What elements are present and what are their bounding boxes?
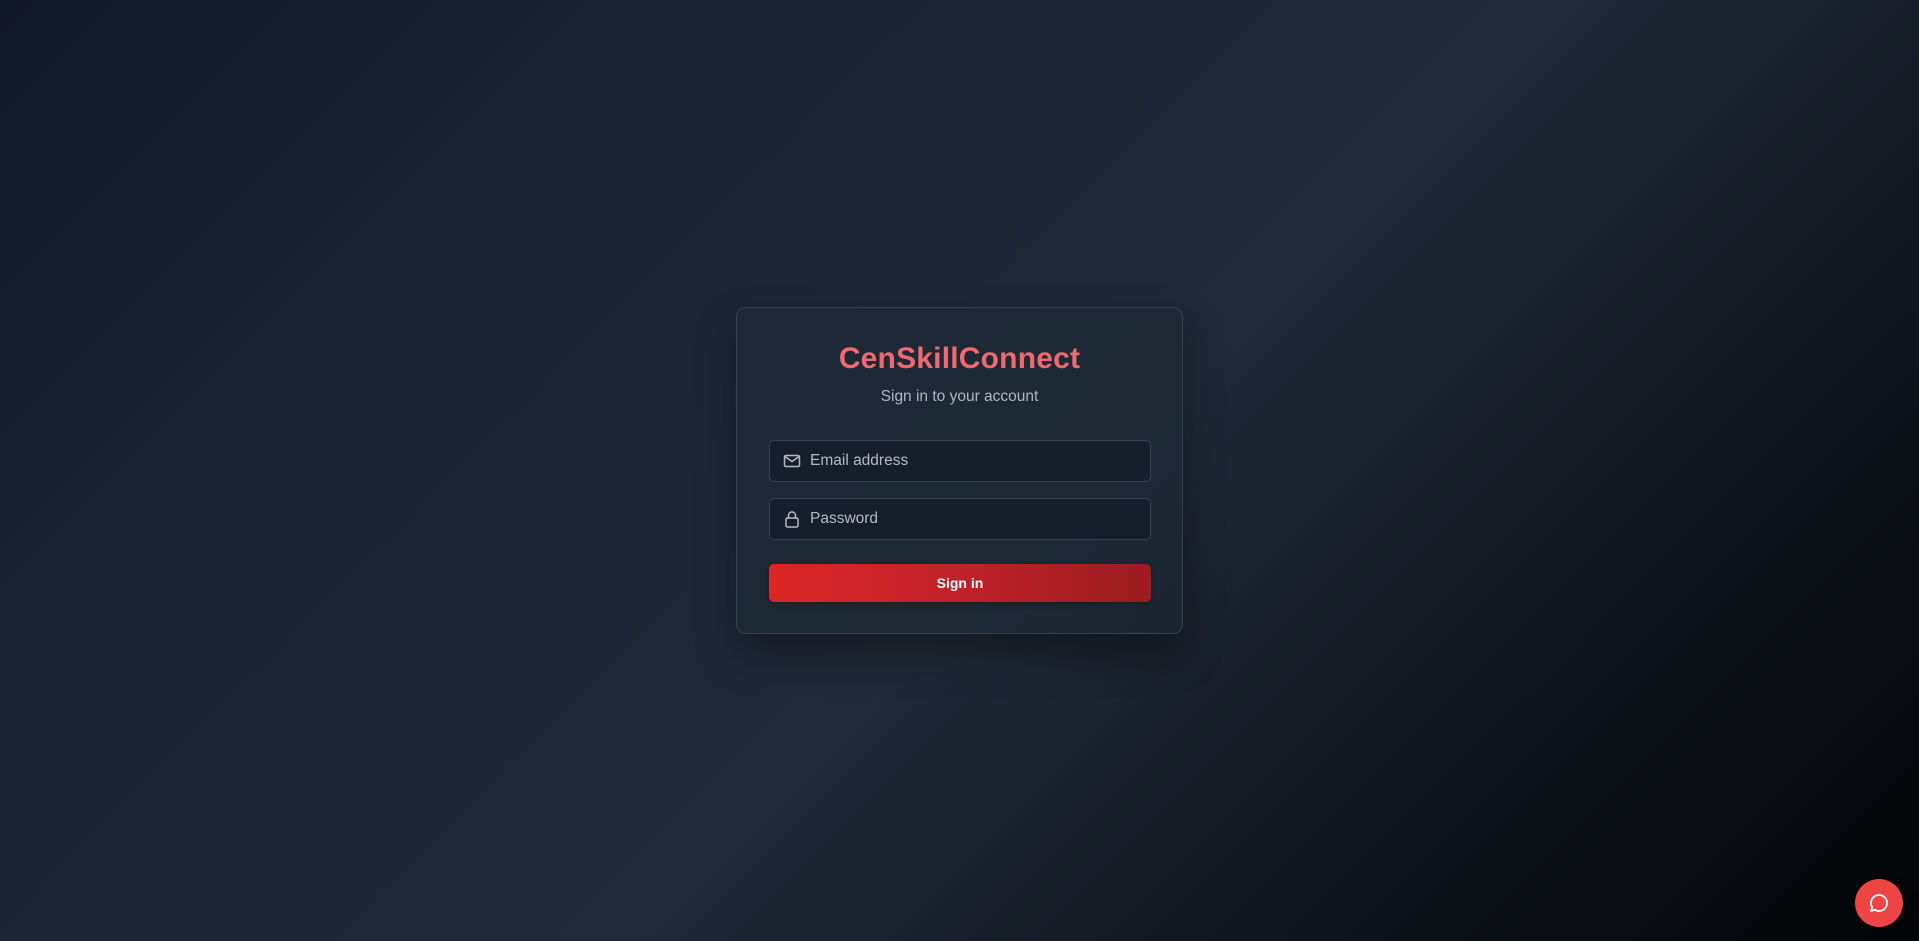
email-input[interactable] [810, 441, 1140, 481]
login-card: CenSkillConnect Sign in to your account … [736, 307, 1183, 634]
login-subtitle: Sign in to your account [880, 388, 1039, 405]
password-input[interactable] [810, 499, 1140, 539]
password-field[interactable] [769, 498, 1151, 540]
chat-bubble-icon [1868, 892, 1890, 914]
app-title: CenSkillConnect [838, 342, 1081, 375]
sign-in-button[interactable]: Sign in [769, 564, 1151, 602]
mail-icon [782, 451, 802, 471]
email-field[interactable] [769, 440, 1151, 482]
lock-icon [782, 509, 802, 529]
chat-button[interactable] [1855, 879, 1903, 927]
